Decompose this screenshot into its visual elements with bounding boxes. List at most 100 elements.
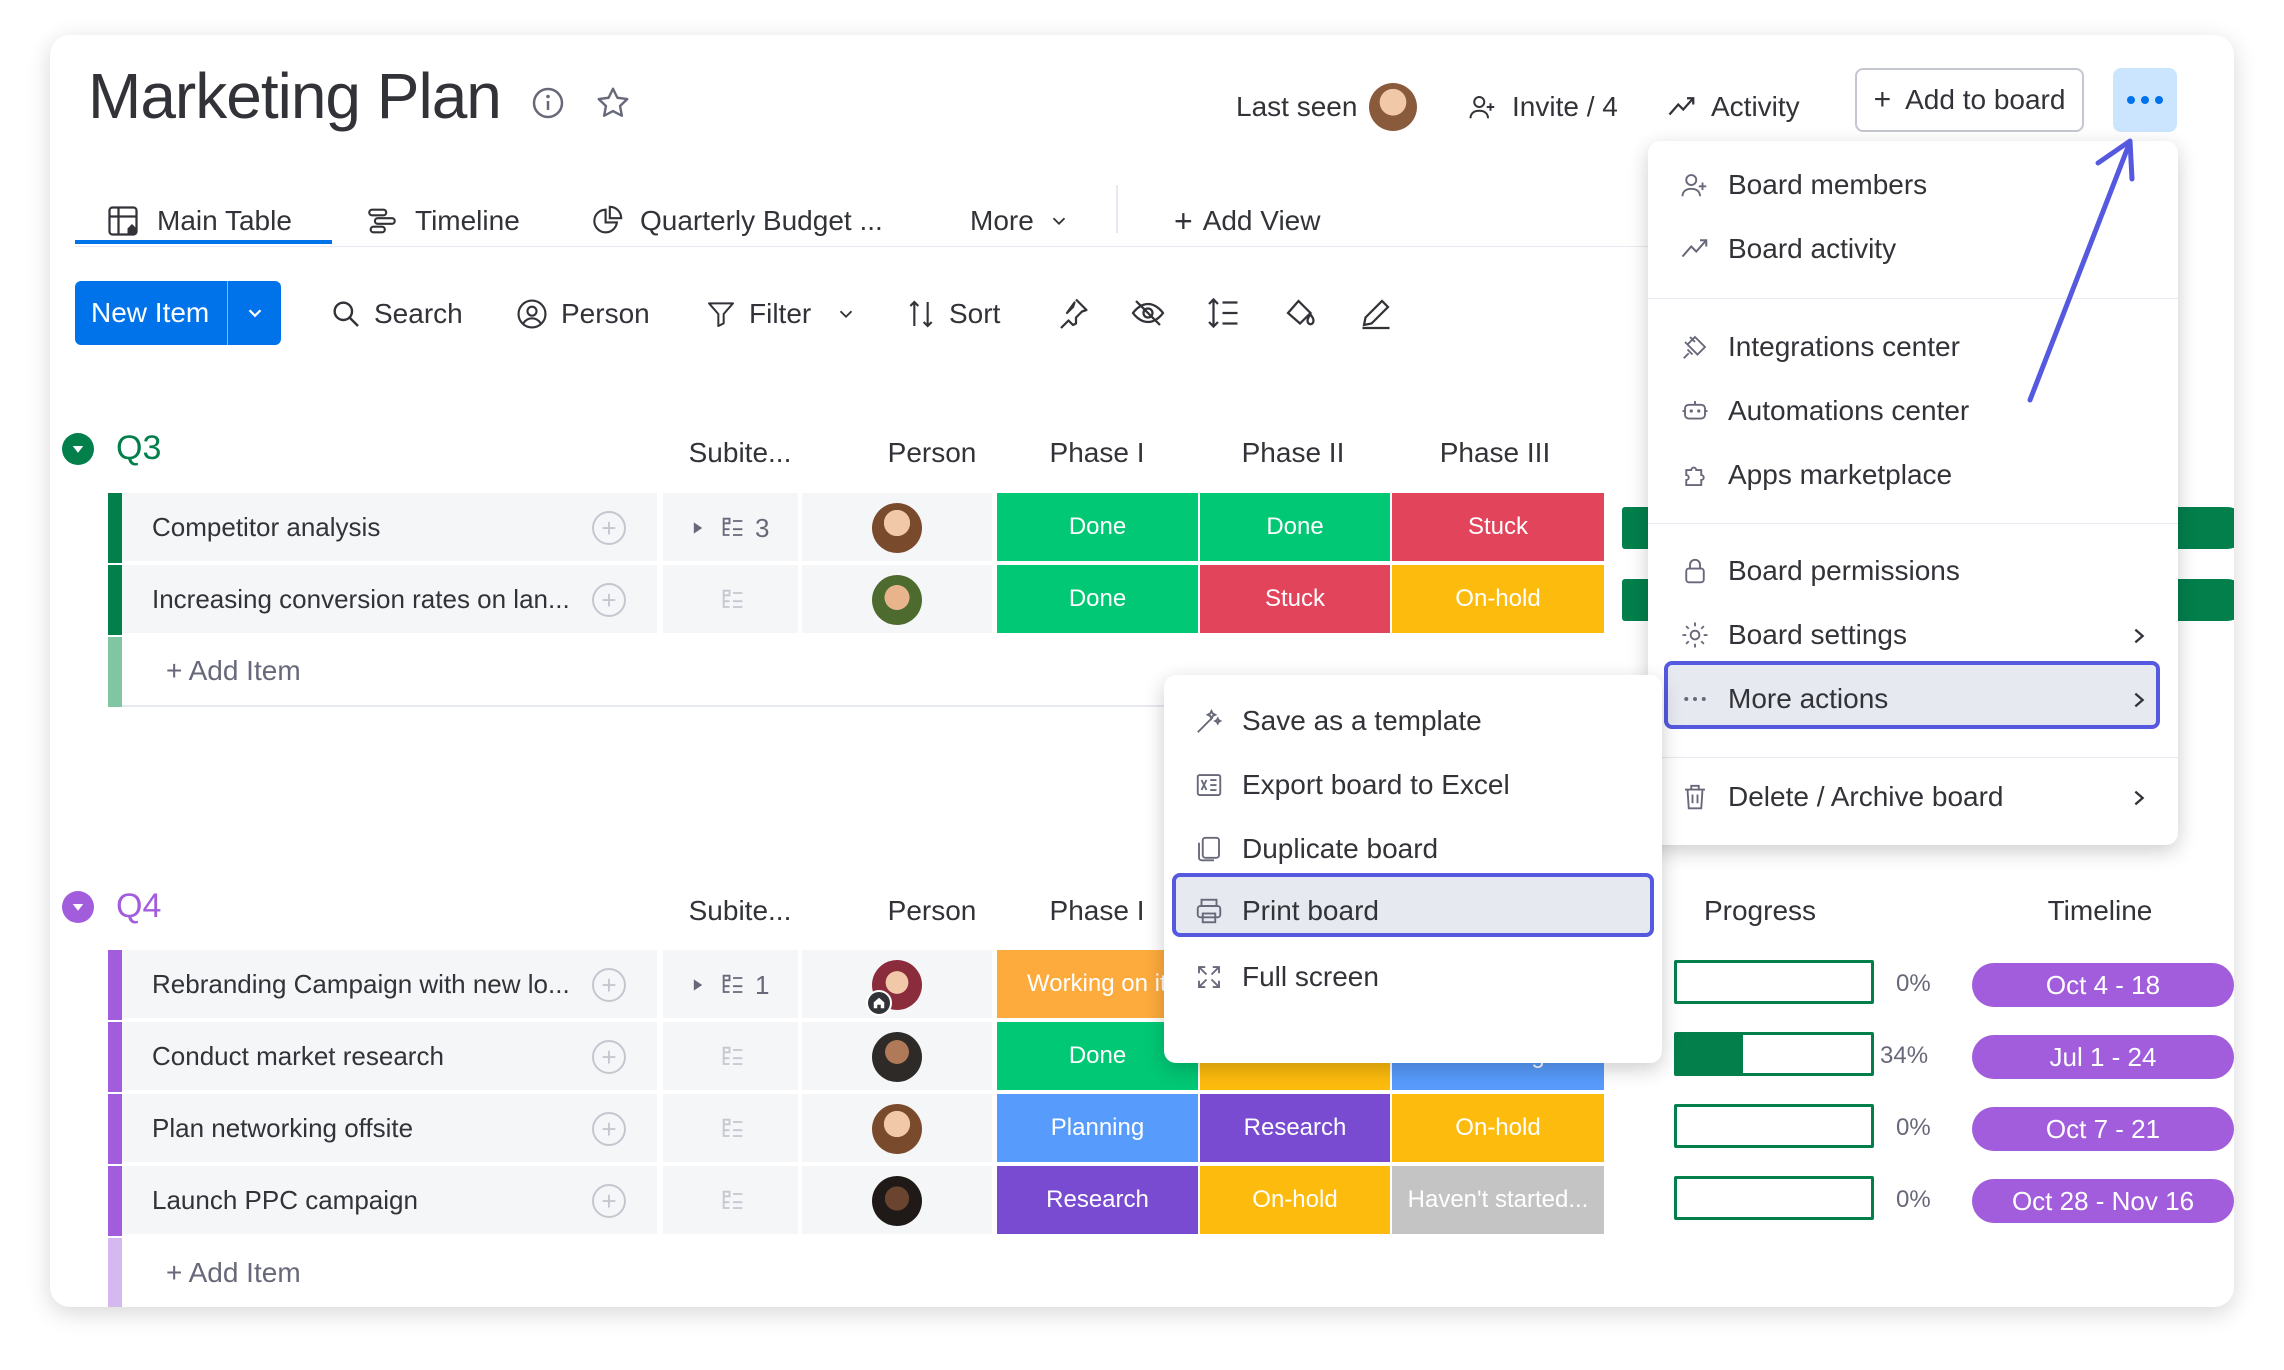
chevron-down-icon[interactable] [228, 302, 281, 324]
menu-item-board-settings[interactable]: Board settings [1680, 619, 1907, 651]
menu-item-board-members[interactable]: Board members [1680, 169, 1927, 201]
timeline-pill[interactable]: Oct 4 - 18 [1972, 963, 2234, 1007]
person-cell[interactable] [802, 1022, 992, 1092]
group-title-q4[interactable]: Q4 [62, 887, 161, 926]
new-item-button[interactable]: New Item [75, 281, 281, 345]
info-icon[interactable] [530, 85, 566, 121]
status-phase-2[interactable]: Done [1200, 493, 1392, 563]
column-header-phase-1[interactable]: Phase I [997, 437, 1197, 469]
pencil-icon[interactable] [1358, 295, 1394, 336]
subitems-cell[interactable] [663, 1022, 798, 1092]
pin-icon[interactable] [1055, 295, 1091, 336]
tab-quarterly-budget[interactable]: Quarterly Budget ... [590, 197, 883, 245]
menu-item-duplicate[interactable]: Duplicate board [1194, 833, 1438, 865]
timeline-pill[interactable]: Oct 28 - Nov 16 [1972, 1179, 2234, 1223]
timeline-pill[interactable]: Oct 7 - 21 [1972, 1107, 2234, 1151]
menu-item-board-activity[interactable]: Board activity [1680, 233, 1896, 265]
chevron-right-icon [2134, 628, 2145, 644]
item-name-cell[interactable]: Launch PPC campaign + [122, 1166, 657, 1236]
add-update-icon[interactable]: + [592, 1184, 626, 1218]
status-phase-3[interactable]: On-hold [1392, 1094, 1606, 1164]
status-phase-1[interactable]: Done [997, 565, 1200, 635]
row-height-icon[interactable] [1206, 295, 1242, 336]
tab-more[interactable]: More [970, 197, 1070, 245]
tab-timeline[interactable]: Timeline [365, 197, 520, 245]
column-header-phase-3[interactable]: Phase III [1390, 437, 1600, 469]
timeline-pill[interactable]: Jul 1 - 24 [1972, 1035, 2234, 1079]
last-seen[interactable]: Last seen [1236, 83, 1418, 131]
add-update-icon[interactable]: + [592, 1040, 626, 1074]
tab-main-table[interactable]: Main Table [105, 197, 292, 245]
person-cell[interactable] [802, 565, 992, 635]
add-update-icon[interactable]: + [592, 968, 626, 1002]
column-header-phase-2[interactable]: Phase II [1198, 437, 1388, 469]
subitems-cell[interactable]: 3 [663, 493, 798, 563]
menu-item-board-permissions[interactable]: Board permissions [1680, 555, 1960, 587]
hide-icon[interactable] [1130, 295, 1166, 336]
subitem-count: 3 [755, 513, 770, 543]
status-phase-2[interactable]: Stuck [1200, 565, 1392, 635]
item-name: Launch PPC campaign [152, 1185, 418, 1215]
subitems-cell[interactable] [663, 1166, 798, 1236]
status-phase-3[interactable]: Stuck [1392, 493, 1606, 563]
menu-item-apps-marketplace[interactable]: Apps marketplace [1680, 459, 1952, 491]
star-icon[interactable] [593, 83, 633, 123]
menu-item-delete-archive[interactable]: Delete / Archive board [1680, 781, 2004, 813]
menu-item-integrations-center[interactable]: Integrations center [1680, 331, 1960, 363]
status-phase-3[interactable]: Haven't started... [1392, 1166, 1606, 1236]
chevron-down-icon[interactable] [62, 890, 94, 923]
add-item-button[interactable]: + Add Item [166, 655, 301, 687]
person-cell[interactable] [802, 1166, 992, 1236]
column-header-progress[interactable]: Progress [1650, 895, 1870, 927]
sort-button[interactable]: Sort [905, 290, 1000, 338]
search-button[interactable]: Search [330, 290, 463, 338]
menu-item-save-template[interactable]: Save as a template [1194, 705, 1482, 737]
activity-button[interactable]: Activity [1667, 83, 1800, 131]
status-phase-1[interactable]: Research [997, 1166, 1200, 1236]
status-phase-1[interactable]: Done [997, 493, 1200, 563]
magic-wand-icon [1197, 708, 1223, 733]
paint-bucket-icon[interactable] [1282, 295, 1318, 336]
column-header-subitems[interactable]: Subite... [670, 437, 810, 469]
table-row[interactable]: Launch PPC campaign + Research On-hold H… [108, 1166, 2234, 1236]
add-to-board-button[interactable]: + Add to board [1855, 68, 2084, 132]
subitems-cell[interactable] [663, 1094, 798, 1164]
menu-item-automations-center[interactable]: Automations center [1680, 395, 1969, 427]
filter-button[interactable]: Filter [705, 290, 857, 338]
add-update-icon[interactable]: + [592, 1112, 626, 1146]
item-name-cell[interactable]: Conduct market research + [122, 1022, 657, 1092]
person-filter-button[interactable]: Person [515, 290, 650, 338]
subitems-cell[interactable] [663, 565, 798, 635]
item-name-cell[interactable]: Plan networking offsite + [122, 1094, 657, 1164]
status-phase-2[interactable]: Research [1200, 1094, 1392, 1164]
column-header-subitems[interactable]: Subite... [670, 895, 810, 927]
item-name-cell[interactable]: Rebranding Campaign with new lo... + [122, 950, 657, 1020]
subitems-cell[interactable]: 1 [663, 950, 798, 1020]
add-item-button[interactable]: + Add Item [166, 1257, 301, 1289]
menu-item-print-board[interactable]: Print board [1194, 895, 1379, 927]
add-update-icon[interactable]: + [592, 583, 626, 617]
person-cell[interactable] [802, 493, 992, 563]
new-item-label: New Item [91, 297, 210, 328]
chevron-down-icon[interactable] [62, 432, 94, 465]
menu-item-full-screen[interactable]: Full screen [1194, 961, 1379, 993]
item-name-cell[interactable]: Increasing conversion rates on lan... + [122, 565, 657, 635]
group-color-bar [108, 637, 122, 707]
item-name-cell[interactable]: Competitor analysis + [122, 493, 657, 563]
column-header-timeline[interactable]: Timeline [1990, 895, 2210, 927]
add-update-icon[interactable]: + [592, 511, 626, 545]
add-person-icon [1469, 96, 1495, 119]
group-title-q3[interactable]: Q3 [62, 429, 161, 468]
add-view-button[interactable]: + Add View [1174, 197, 1320, 245]
table-row[interactable]: Plan networking offsite + Planning Resea… [108, 1094, 2234, 1164]
avatar [872, 1032, 922, 1082]
status-phase-2[interactable]: On-hold [1200, 1166, 1392, 1236]
invite-button[interactable]: Invite / 4 [1468, 83, 1618, 131]
menu-item-export-excel[interactable]: Export board to Excel [1194, 769, 1510, 801]
status-phase-1[interactable]: Planning [997, 1094, 1200, 1164]
more-options-button[interactable] [2113, 68, 2177, 132]
person-cell[interactable] [802, 1094, 992, 1164]
menu-item-more-actions[interactable]: More actions [1680, 683, 1888, 715]
status-phase-3[interactable]: On-hold [1392, 565, 1606, 635]
person-cell[interactable] [802, 950, 992, 1020]
